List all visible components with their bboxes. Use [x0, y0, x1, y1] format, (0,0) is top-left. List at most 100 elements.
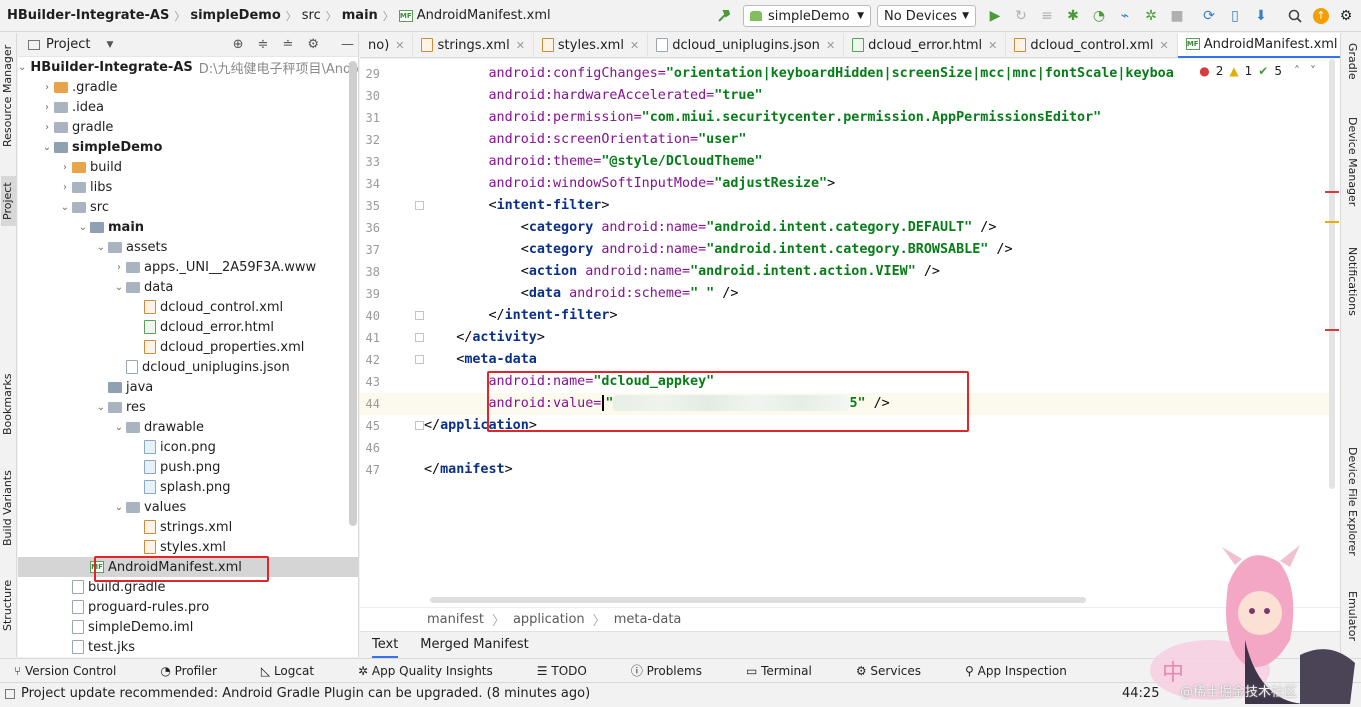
- tree-row[interactable]: test.jks: [18, 637, 358, 657]
- close-icon[interactable]: ✕: [1159, 39, 1168, 52]
- close-icon[interactable]: ✕: [516, 39, 525, 52]
- tree-row[interactable]: › .idea: [18, 97, 358, 117]
- chevron-down-icon[interactable]: ⌄: [94, 242, 108, 253]
- breadcrumb-file[interactable]: AndroidManifest.xml: [417, 8, 551, 23]
- tree-row[interactable]: › libs: [18, 177, 358, 197]
- minimize-icon[interactable]: —: [341, 37, 354, 52]
- app-inspection-tab[interactable]: ⚲ App Inspection: [965, 664, 1089, 678]
- search-icon[interactable]: [1284, 4, 1306, 28]
- tree-row[interactable]: › gradle: [18, 117, 358, 137]
- tree-row[interactable]: proguard-rules.pro: [18, 597, 358, 617]
- breadcrumb-project[interactable]: HBuilder-Integrate-AS: [7, 8, 169, 23]
- fold-toggle-icon[interactable]: [415, 311, 424, 320]
- chevron-right-icon[interactable]: ›: [40, 122, 54, 133]
- tree-row[interactable]: icon.png: [18, 437, 358, 457]
- status-message[interactable]: Project update recommended: Android Grad…: [21, 686, 590, 701]
- chevron-right-icon[interactable]: ›: [58, 162, 72, 173]
- crumb-manifest[interactable]: manifest: [427, 612, 484, 627]
- bookmarks-tab[interactable]: Bookmarks: [1, 371, 16, 437]
- hammer-icon[interactable]: [712, 4, 736, 28]
- resource-manager-tab[interactable]: Resource Manager: [1, 41, 16, 151]
- tab-android-manifest[interactable]: MFAndroidManifest.xml✕: [1177, 32, 1361, 58]
- gradle-tab[interactable]: Gradle: [1344, 43, 1359, 93]
- device-select[interactable]: No Devices ▼: [877, 5, 976, 27]
- chevron-right-icon[interactable]: ›: [40, 102, 54, 113]
- tab-merged-manifest[interactable]: Merged Manifest: [420, 632, 528, 658]
- device-manager-tab[interactable]: Device Manager: [1344, 117, 1359, 217]
- close-icon[interactable]: ✕: [395, 39, 404, 52]
- code-editor[interactable]: ● 2 ▲ 1 ✔ 5 ˄ ˅ android:configChanges="orie…: [360, 59, 1340, 607]
- tree-row[interactable]: ⌄ data: [18, 277, 358, 297]
- apply-changes-icon[interactable]: ↻: [1010, 4, 1032, 28]
- panel-actions[interactable]: ⊕≑≐⚙: [233, 37, 333, 52]
- notifications-tab[interactable]: Notifications: [1344, 247, 1359, 327]
- fold-toggle-icon[interactable]: [415, 421, 424, 430]
- gradle-sync-icon[interactable]: ⟳: [1198, 4, 1220, 28]
- chevron-down-icon[interactable]: ⌄: [94, 402, 108, 413]
- chevron-down-icon[interactable]: ⌄: [18, 62, 26, 73]
- tree-row[interactable]: › build: [18, 157, 358, 177]
- close-icon[interactable]: ✕: [826, 39, 835, 52]
- tree-row[interactable]: push.png: [18, 457, 358, 477]
- tree-row[interactable]: ⌄ simpleDemo: [18, 137, 358, 157]
- tree-row[interactable]: ⌄ drawable: [18, 417, 358, 437]
- chevron-down-icon[interactable]: ˅: [1310, 64, 1316, 78]
- tab-dcloud-control-xml[interactable]: dcloud_control.xml ✕: [1006, 32, 1178, 58]
- build-variants-tab[interactable]: Build Variants: [1, 468, 16, 548]
- tree-row[interactable]: ⌄ values: [18, 497, 358, 517]
- run-config-select[interactable]: simpleDemo ▼: [743, 5, 871, 27]
- fold-toggle-icon[interactable]: [415, 333, 424, 342]
- tree-row[interactable]: splash.png: [18, 477, 358, 497]
- fold-toggle-icon[interactable]: [415, 201, 424, 210]
- chevron-up-icon[interactable]: ˄: [1294, 64, 1300, 78]
- services-tab[interactable]: ⚙ Services: [856, 664, 943, 678]
- chevron-down-icon[interactable]: ⌄: [76, 222, 90, 233]
- problems-tab[interactable]: ⓘ Problems: [631, 662, 724, 679]
- crumb-meta-data[interactable]: meta-data: [614, 612, 682, 627]
- fold-toggle-icon[interactable]: [415, 355, 424, 364]
- tab-text[interactable]: Text: [372, 632, 399, 658]
- chevron-down-icon[interactable]: ⌄: [58, 202, 72, 213]
- tree-row[interactable]: simpleDemo.iml: [18, 617, 358, 637]
- project-tab[interactable]: Project: [1, 176, 16, 226]
- tab-dcloud-error-html[interactable]: dcloud_error.html ✕: [844, 32, 1007, 58]
- logcat-tab[interactable]: ◺ Logcat: [261, 664, 336, 678]
- chevron-down-icon[interactable]: ▼: [106, 40, 113, 50]
- stop-icon[interactable]: ■: [1166, 4, 1188, 28]
- update-icon[interactable]: ↑: [1310, 4, 1332, 28]
- terminal-tab[interactable]: ▭ Terminal: [746, 664, 834, 678]
- tree-row[interactable]: dcloud_control.xml: [18, 297, 358, 317]
- version-control-tab[interactable]: ⑂ Version Control: [14, 664, 138, 678]
- tree-row[interactable]: ⌄ res: [18, 397, 358, 417]
- tab-truncated[interactable]: no) ✕: [360, 32, 414, 58]
- chevron-down-icon[interactable]: ⌄: [112, 422, 126, 433]
- status-toggle-icon[interactable]: [5, 688, 15, 699]
- chevron-right-icon[interactable]: ›: [40, 82, 54, 93]
- sdk-manager-icon[interactable]: ⬇: [1250, 4, 1272, 28]
- run-icon[interactable]: ▶: [984, 4, 1006, 28]
- tree-row[interactable]: dcloud_error.html: [18, 317, 358, 337]
- tree-row[interactable]: strings.xml: [18, 517, 358, 537]
- device-mirror-icon[interactable]: ▯: [1224, 4, 1246, 28]
- tree-scrollbar[interactable]: [349, 61, 357, 526]
- chevron-right-icon[interactable]: ›: [112, 262, 126, 273]
- tree-row[interactable]: java: [18, 377, 358, 397]
- chevron-right-icon[interactable]: ›: [58, 182, 72, 193]
- inspection-widget[interactable]: ● 2 ▲ 1 ✔ 5 ˄ ˅: [1199, 64, 1316, 78]
- breadcrumb-src[interactable]: src: [302, 8, 321, 23]
- todo-tab[interactable]: ☰ TODO: [537, 664, 609, 678]
- debug-icon[interactable]: ✱: [1062, 4, 1084, 28]
- tree-row[interactable]: › .gradle: [18, 77, 358, 97]
- editor-scrollbar[interactable]: [1329, 59, 1335, 489]
- tree-row[interactable]: ⌄ src: [18, 197, 358, 217]
- tree-row[interactable]: ⌄ HBuilder-Integrate-AS D:\九纯健电子秤项目\Androi: [18, 57, 358, 77]
- crumb-application[interactable]: application: [513, 612, 585, 627]
- profile-icon[interactable]: ◔: [1088, 4, 1110, 28]
- chevron-down-icon[interactable]: ⌄: [40, 142, 54, 153]
- settings-icon[interactable]: ⚙: [1335, 4, 1357, 28]
- app-quality-insights-tab[interactable]: ✲ App Quality Insights: [358, 664, 515, 678]
- attach-process-icon[interactable]: ✲: [1140, 4, 1162, 28]
- tree-row[interactable]: dcloud_uniplugins.json: [18, 357, 358, 377]
- attach-debugger-icon[interactable]: ⌁: [1114, 4, 1136, 28]
- project-view-title[interactable]: Project: [46, 37, 90, 52]
